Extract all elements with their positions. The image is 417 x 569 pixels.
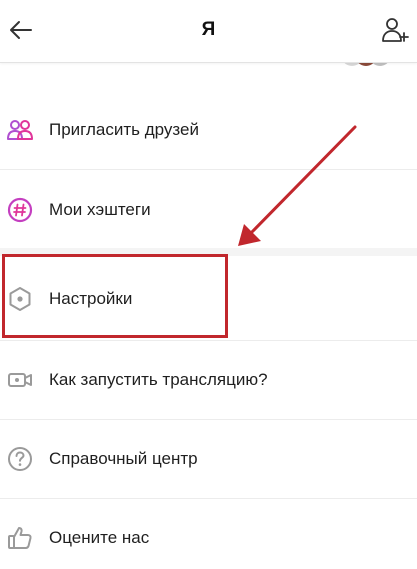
menu-item-label: Оцените нас [49,528,150,547]
menu-item-label: Мои хэштеги [49,200,151,219]
menu-item-settings[interactable]: Настройки [0,260,417,338]
menu-item-label: Настройки [49,289,133,308]
hexagon-gear-icon [6,285,34,313]
add-friend-button[interactable] [377,12,413,48]
top-app-bar: Я [0,0,417,63]
person-plus-icon [382,18,409,42]
menu-item-my-hashtags[interactable]: Мои хэштеги [0,171,417,249]
people-icon [6,116,34,144]
screen: Я Пригласить друзей Мои хэштеги Настройк… [0,0,417,569]
menu-item-rate-us[interactable]: Оцените нас [0,499,417,569]
question-circle-icon [6,445,34,473]
section-divider [0,248,417,256]
divider [0,169,417,170]
thumbs-up-icon [6,524,34,552]
menu-item-start-broadcast[interactable]: Как запустить трансляцию? [0,341,417,419]
menu-item-label: Пригласить друзей [49,120,199,139]
menu-item-invite-friends[interactable]: Пригласить друзей [0,91,417,169]
video-camera-icon [6,366,34,394]
page-title: Я [201,19,216,40]
menu-item-help-center[interactable]: Справочный центр [0,420,417,498]
menu-item-label: Как запустить трансляцию? [49,370,268,389]
menu-item-label: Справочный центр [49,449,198,468]
hashtag-icon [6,196,34,224]
